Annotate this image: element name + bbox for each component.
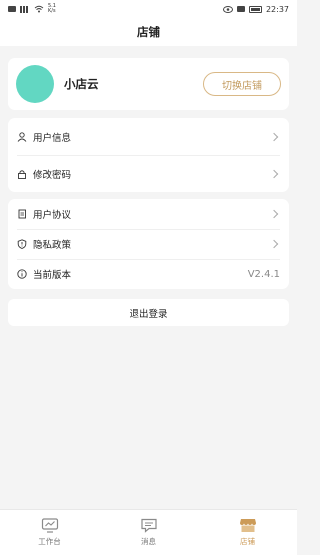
menu-item-label: 用户信息: [33, 132, 72, 144]
chevron-right-icon: [269, 132, 279, 141]
network-speed-unit: K/s: [48, 8, 56, 14]
silent-icon: [236, 6, 245, 12]
menu-item-change-password[interactable]: 修改密码: [8, 155, 289, 192]
menu-item-user-agreement[interactable]: 用户协议: [8, 199, 289, 229]
status-time: 22:37: [265, 4, 289, 14]
menu-item-label: 修改密码: [33, 169, 72, 181]
menu-item-privacy-policy[interactable]: 隐私政策: [8, 229, 289, 259]
tab-label: 店铺: [240, 537, 255, 546]
status-bar: 5.1 K/s 22:37: [0, 0, 297, 18]
account-settings-list: 用户信息 修改密码: [8, 118, 289, 192]
menu-item-label: 隐私政策: [33, 240, 72, 251]
page-header: 店铺: [0, 18, 297, 46]
tab-workbench[interactable]: 工作台: [15, 518, 85, 547]
sim-icon: [8, 6, 16, 12]
network-speed: 5.1 K/s: [48, 4, 56, 14]
menu-item-label: 用户协议: [33, 210, 72, 221]
tab-messages[interactable]: 消息: [114, 518, 184, 547]
shield-icon: [17, 239, 27, 249]
chevron-right-icon: [269, 169, 279, 178]
tab-label: 工作台: [38, 537, 61, 546]
bottom-tab-bar: 工作台 消息 店铺: [0, 509, 297, 555]
status-left: 5.1 K/s: [8, 4, 56, 14]
page-title: 店铺: [137, 25, 160, 39]
chevron-right-icon: [269, 239, 279, 249]
chevron-right-icon: [269, 209, 279, 219]
menu-item-user-info[interactable]: 用户信息: [8, 118, 289, 155]
document-icon: [17, 209, 27, 219]
eye-icon: [222, 5, 233, 13]
wifi-icon: [34, 5, 44, 13]
signal-icon: [20, 5, 30, 13]
status-right: 22:37: [222, 4, 289, 14]
app-info-list: 用户协议 隐私政策 当前版本 V2.4.1: [8, 199, 289, 289]
tab-shop[interactable]: 店铺: [213, 518, 283, 547]
menu-item-current-version: 当前版本 V2.4.1: [8, 259, 289, 289]
shop-profile-card: 小店云 切换店铺: [8, 58, 289, 110]
menu-item-label: 当前版本: [33, 270, 72, 281]
avatar[interactable]: [16, 65, 54, 103]
shop-icon: [239, 519, 256, 532]
version-value: V2.4.1: [247, 268, 280, 280]
switch-shop-button[interactable]: 切换店铺: [203, 72, 281, 96]
lock-icon: [17, 169, 27, 179]
shop-name: 小店云: [64, 77, 99, 91]
user-icon: [17, 131, 27, 142]
info-icon: [17, 269, 27, 279]
message-icon: [140, 518, 157, 533]
battery-icon: [248, 5, 262, 13]
workbench-icon: [41, 518, 58, 533]
tab-label: 消息: [141, 537, 156, 546]
logout-button[interactable]: 退出登录: [8, 299, 289, 326]
